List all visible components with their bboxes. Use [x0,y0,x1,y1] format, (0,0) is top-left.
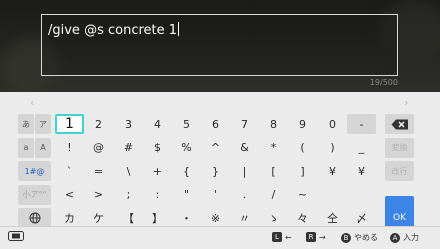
key-row1-0[interactable]: 1 [55,114,84,134]
key-row5-10[interactable]: 〆 [347,208,376,228]
controller-icon[interactable] [8,230,24,242]
key-row1-9[interactable]: 0 [318,114,347,134]
key-row3-3[interactable]: + [143,161,172,181]
key-row5-8[interactable]: 々 [288,208,317,228]
key-row5-9[interactable]: 仝 [318,208,347,228]
convert-key[interactable]: 変換 [385,137,414,158]
key-row1-6[interactable]: 7 [230,114,259,134]
key-row4-6[interactable]: . [230,185,259,205]
mode-key-uppercase[interactable]: A [35,137,51,158]
key-row4-0[interactable]: < [55,185,84,205]
backspace-icon [391,119,408,129]
key-row1-4[interactable]: 5 [172,114,201,134]
key-row5-2[interactable]: 【 [114,208,143,228]
cancel-hint[interactable]: B やめる [341,232,378,243]
key-row5-0[interactable]: カ [55,208,84,228]
r-button-icon: R [306,232,316,242]
key-row1-2[interactable]: 3 [114,114,143,134]
key-row3-7[interactable]: [ [259,161,288,181]
l-action-label: ← [285,232,292,242]
key-row4-4[interactable]: " [172,185,201,205]
text-caret [178,22,180,36]
cancel-label: やめる [354,233,378,242]
key-row1-10[interactable]: - [347,114,376,134]
key-row3-8[interactable]: ] [288,161,317,181]
l-hint[interactable]: L ← [272,232,292,242]
key-row1-3[interactable]: 4 [143,114,172,134]
key-row2-10[interactable]: _ [347,138,376,158]
mode-key-hiragana[interactable]: あ [18,114,34,134]
r-action-label: → [319,232,326,242]
command-text: /give @s concrete 1 [48,22,180,38]
key-row4-7[interactable]: / [259,185,288,205]
key-row3-1[interactable]: = [84,161,113,181]
key-row4-8[interactable]: ~ [288,185,317,205]
key-row2-8[interactable]: ( [288,138,317,158]
mode-key-small-kana[interactable]: 小ア°° [18,184,51,205]
key-row5-7[interactable]: ゝ [259,208,288,228]
key-row4-2[interactable]: ; [114,185,143,205]
next-page-arrow[interactable]: › [404,96,408,109]
l-button-icon: L [272,232,282,242]
key-row2-7[interactable]: * [259,138,288,158]
key-row3-6[interactable]: | [230,161,259,181]
mode-key-lowercase[interactable]: a [18,137,34,158]
key-row2-6[interactable]: & [230,138,259,158]
key-row4-1[interactable]: > [84,185,113,205]
key-row5-6[interactable]: 〃 [230,208,259,228]
key-row5-3[interactable]: 】 [143,208,172,228]
key-row1-7[interactable]: 8 [259,114,288,134]
key-row2-1[interactable]: @ [84,138,113,158]
language-globe-key[interactable] [18,208,51,228]
key-row1-1[interactable]: 2 [84,114,113,134]
key-row3-2[interactable]: \ [114,161,143,181]
key-row3-4[interactable]: { [172,161,201,181]
key-row2-2[interactable]: # [114,138,143,158]
prev-page-arrow[interactable]: ‹ [30,96,34,109]
key-row3-9[interactable]: ¥ [318,161,347,181]
key-row2-4[interactable]: % [172,138,201,158]
a-button-icon: A [390,232,400,243]
mode-key-katakana[interactable]: ア [35,114,51,134]
newline-key[interactable]: 改行 [385,161,414,181]
character-counter: 19/500 [369,78,398,87]
key-row4-5[interactable]: ' [201,185,230,205]
r-hint[interactable]: R → [306,232,326,242]
key-row2-9[interactable]: ) [318,138,347,158]
key-row3-5[interactable]: } [201,161,230,181]
mode-key-symbols[interactable]: 1#@ [18,161,51,181]
key-row4-3[interactable]: : [143,185,172,205]
enter-label: 入力 [403,233,419,242]
key-row2-5[interactable]: ^ [201,138,230,158]
key-row5-4[interactable]: ・ [172,208,201,228]
b-button-icon: B [341,232,351,243]
globe-icon [29,212,40,224]
key-row5-1[interactable]: ケ [84,208,113,228]
game-background: /give @s concrete 1 19/500 [0,0,440,92]
key-row5-5[interactable]: ※ [201,208,230,228]
key-row2-0[interactable]: ! [55,138,84,158]
key-row3-0[interactable]: ` [55,161,84,181]
button-hints-bar: L ← R → B やめる A 入力 [0,226,440,249]
key-row2-3[interactable]: $ [143,138,172,158]
enter-hint[interactable]: A 入力 [390,232,419,243]
backspace-key[interactable] [385,114,414,134]
command-text-field[interactable]: /give @s concrete 1 [41,14,398,76]
key-row1-5[interactable]: 6 [201,114,230,134]
key-yen[interactable]: ¥ [347,161,376,181]
key-row1-8[interactable]: 9 [288,114,317,134]
